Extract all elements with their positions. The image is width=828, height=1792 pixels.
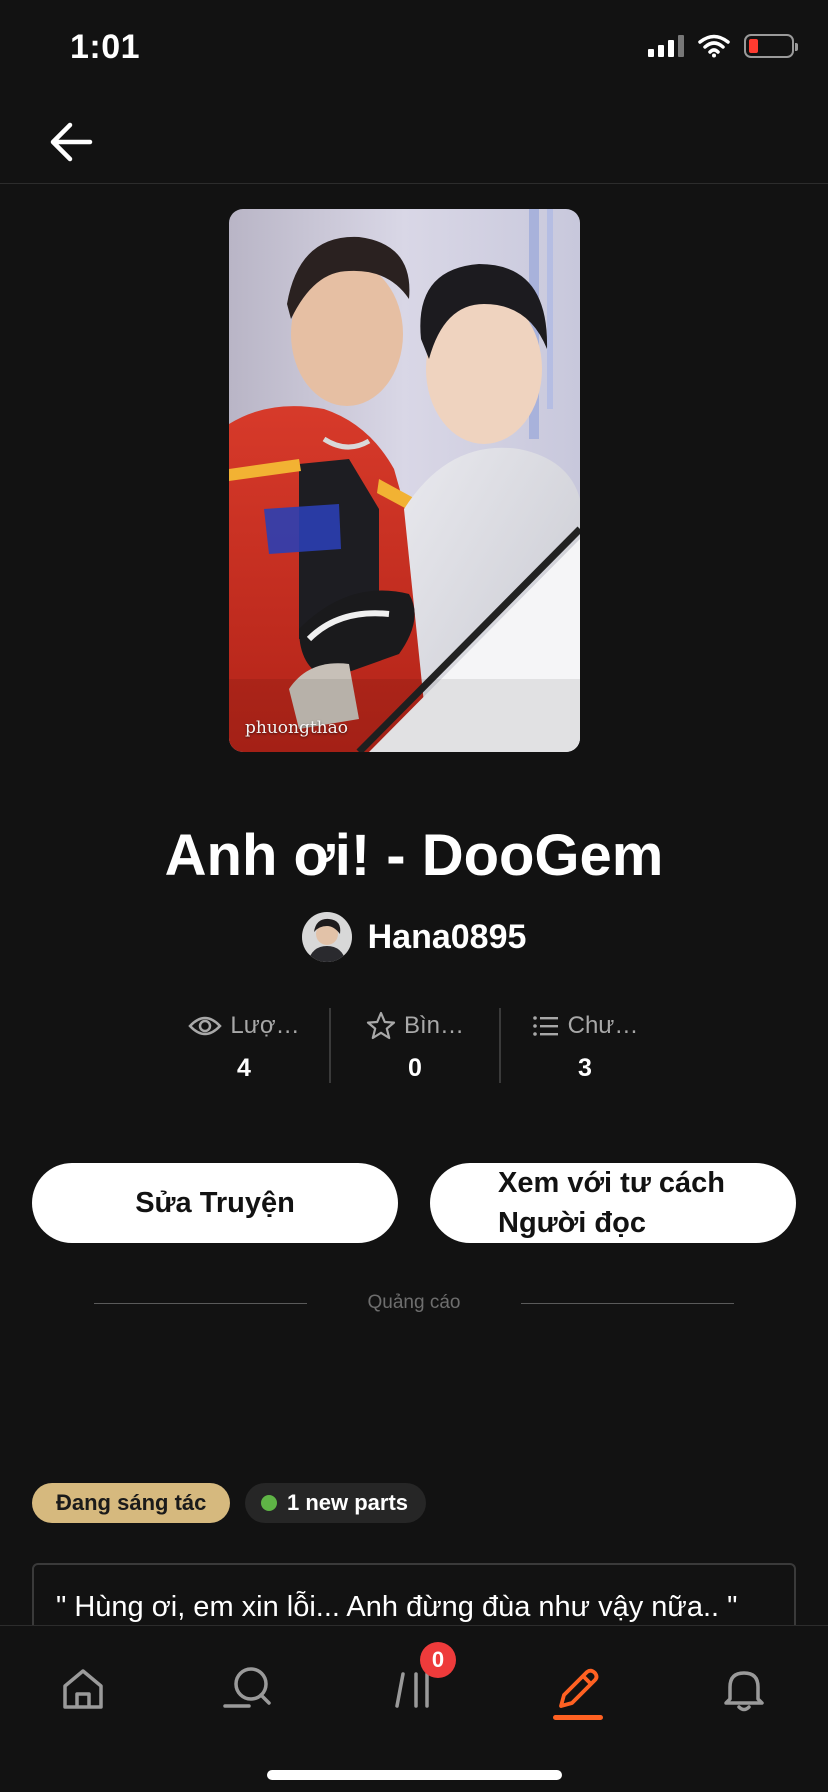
status-bar: 1:01	[0, 0, 828, 100]
eye-icon	[188, 1016, 223, 1036]
search-icon	[223, 1667, 271, 1708]
story-cover-image[interactable]: phuongthao	[229, 209, 580, 752]
stat-reads-label: Lượ…	[230, 1012, 300, 1039]
new-parts-label: 1 new parts	[287, 1490, 409, 1515]
top-nav	[0, 100, 828, 184]
stat-reads: Lượ… 4	[159, 1008, 329, 1083]
list-icon	[532, 1016, 558, 1036]
divider-line-right	[521, 1302, 734, 1304]
ongoing-status-badge: Đang sáng tác	[32, 1483, 231, 1523]
arrow-left-icon	[50, 122, 93, 162]
tab-home[interactable]	[35, 1648, 131, 1730]
status-time: 1:01	[70, 28, 141, 66]
story-details-screen: 1:01 phuongthao Anh ơi! - DooGem Hana089…	[0, 0, 828, 1792]
author-name: Hana0895	[367, 917, 527, 956]
stat-votes-value: 0	[408, 1054, 422, 1082]
battery-icon	[744, 34, 798, 58]
author-row[interactable]: Hana0895	[0, 912, 828, 962]
ad-divider: Quảng cáo	[94, 1292, 734, 1314]
status-icons	[648, 34, 798, 58]
author-avatar	[301, 912, 352, 962]
stat-parts-label: Chư…	[567, 1012, 639, 1039]
library-notification-badge: 0	[420, 1642, 456, 1678]
stat-votes: Bìn… 0	[329, 1008, 499, 1083]
pencil-icon	[559, 1668, 599, 1708]
home-indicator	[267, 1770, 562, 1780]
tab-discover[interactable]	[200, 1648, 296, 1730]
cellular-signal-icon	[648, 35, 684, 57]
tab-library[interactable]: 0	[366, 1642, 462, 1730]
stat-parts-value: 3	[578, 1054, 592, 1082]
back-button[interactable]	[40, 114, 102, 170]
stat-parts: Chư… 3	[499, 1008, 669, 1083]
green-dot-icon	[261, 1495, 277, 1511]
story-title: Anh ơi! - DooGem	[164, 823, 664, 888]
active-tab-indicator	[553, 1715, 603, 1720]
cover-credit-text: phuongthao	[245, 718, 348, 738]
star-icon	[366, 1011, 396, 1040]
wifi-icon	[698, 34, 730, 58]
edit-story-button[interactable]: Sửa Truyện	[32, 1163, 398, 1243]
home-icon	[63, 1669, 103, 1709]
new-parts-badge: 1 new parts	[245, 1483, 427, 1523]
view-as-reader-label-line2: Người đọc	[498, 1207, 646, 1239]
divider-line-left	[94, 1302, 307, 1304]
bell-icon	[724, 1671, 764, 1712]
bottom-tab-bar: 0	[0, 1625, 828, 1792]
tab-notifications[interactable]	[696, 1648, 792, 1730]
view-as-reader-label-line1: Xem với tư cách	[498, 1167, 725, 1199]
stat-votes-label: Bìn…	[403, 1012, 465, 1039]
view-as-reader-button[interactable]: Xem với tư cách Người đọc	[430, 1163, 796, 1243]
ad-label: Quảng cáo	[367, 1292, 461, 1313]
story-stats: Lượ… 4 Bìn… 0 Chư… 3	[0, 1008, 828, 1083]
stat-reads-value: 4	[237, 1054, 251, 1082]
